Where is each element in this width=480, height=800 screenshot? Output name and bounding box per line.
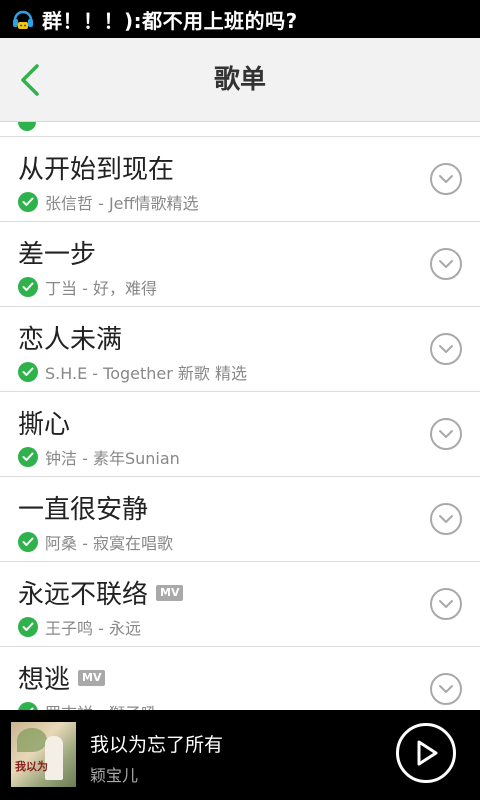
notification-text: 群！！！):都不用上班的吗? xyxy=(42,8,298,33)
chevron-down-icon xyxy=(439,260,453,268)
song-subtitle: 阿桑 - 寂寞在唱歌 xyxy=(45,534,173,553)
play-icon xyxy=(417,740,438,766)
check-icon xyxy=(18,122,36,131)
more-options-button[interactable] xyxy=(430,673,462,705)
song-title-line: 撕心 xyxy=(18,404,70,441)
more-options-button[interactable] xyxy=(430,163,462,195)
check-icon xyxy=(18,277,38,297)
song-title-line: 永远不联络 MV xyxy=(18,574,184,611)
chevron-down-icon xyxy=(439,430,453,438)
mini-player[interactable]: 我以为 我以为忘了所有 颖宝儿 xyxy=(0,710,480,800)
song-subtitle: 丁当 - 好，难得 xyxy=(45,279,157,298)
check-icon xyxy=(18,617,38,637)
song-subtitle: 王子鸣 - 永远 xyxy=(45,619,141,638)
song-subtitle: 罗志祥 - 獅子吼 xyxy=(45,700,157,710)
song-title: 撕心 xyxy=(18,410,71,440)
song-title: 恋人未满 xyxy=(18,325,123,355)
more-options-button[interactable] xyxy=(430,418,462,450)
song-subtitle: 钟洁 - 素年Sunian xyxy=(45,449,180,468)
chevron-down-icon xyxy=(439,175,453,183)
mv-badge[interactable]: MV xyxy=(156,584,184,601)
qq-chat-icon xyxy=(10,6,36,32)
chevron-down-icon xyxy=(439,515,453,523)
song-title-line: 差一步 xyxy=(18,234,96,271)
chevron-down-icon xyxy=(439,600,453,608)
song-row[interactable]: 差一步 丁当 - 好，难得 xyxy=(0,222,480,307)
check-icon xyxy=(18,447,38,467)
app-header: 歌单 xyxy=(0,38,480,122)
page-title: 歌单 xyxy=(213,65,266,95)
check-icon xyxy=(18,702,38,710)
more-options-button[interactable] xyxy=(430,503,462,535)
song-meta: 张信哲 - Jeff情歌精选 xyxy=(18,190,199,214)
song-row[interactable]: 永远不联络 MV 王子鸣 - 永远 xyxy=(0,562,480,647)
now-playing-artist: 颖宝儿 xyxy=(90,766,139,785)
check-icon xyxy=(18,532,38,552)
song-title-line: 恋人未满 xyxy=(18,319,122,356)
album-cover[interactable]: 我以为 xyxy=(11,722,76,787)
song-meta: 王子鸣 - 永远 xyxy=(18,615,141,639)
song-meta: 罗志祥 - 獅子吼 xyxy=(18,700,157,710)
song-rows: 从开始到现在 张信哲 - Jeff情歌精选 差一步 丁当 - 好，难得 恋人未满 xyxy=(0,137,480,710)
song-title: 从开始到现在 xyxy=(18,155,175,185)
play-button[interactable] xyxy=(396,723,456,783)
mv-badge[interactable]: MV xyxy=(78,669,106,686)
more-options-button[interactable] xyxy=(430,333,462,365)
song-meta: 钟洁 - 素年Sunian xyxy=(18,445,180,469)
cover-text: 我以为 xyxy=(15,760,48,773)
check-icon xyxy=(18,192,38,212)
song-meta: 阿桑 - 寂寞在唱歌 xyxy=(18,530,173,554)
song-title-line: 从开始到现在 xyxy=(18,149,174,186)
status-bar: 群！！！):都不用上班的吗? xyxy=(0,0,480,38)
chevron-down-icon xyxy=(439,685,453,693)
more-options-button[interactable] xyxy=(430,248,462,280)
song-title: 差一步 xyxy=(18,240,97,270)
check-icon xyxy=(18,362,38,382)
song-title-line: 一直很安静 xyxy=(18,489,148,526)
song-subtitle: 张信哲 - Jeff情歌精选 xyxy=(45,194,199,213)
now-playing-title[interactable]: 我以为忘了所有 xyxy=(90,730,223,757)
song-row[interactable]: 撕心 钟洁 - 素年Sunian xyxy=(0,392,480,477)
song-row[interactable]: 从开始到现在 张信哲 - Jeff情歌精选 xyxy=(0,137,480,222)
song-title: 永远不联络 xyxy=(18,580,149,610)
song-row[interactable]: 想逃 MV 罗志祥 - 獅子吼 xyxy=(0,647,480,710)
song-subtitle: S.H.E - Together 新歌 精选 xyxy=(45,364,247,383)
song-row[interactable]: 恋人未满 S.H.E - Together 新歌 精选 xyxy=(0,307,480,392)
song-row[interactable]: 一直很安静 阿桑 - 寂寞在唱歌 xyxy=(0,477,480,562)
song-title: 想逃 xyxy=(18,665,71,695)
song-meta: 丁当 - 好，难得 xyxy=(18,275,157,299)
song-title-line: 想逃 MV xyxy=(18,659,106,696)
more-options-button[interactable] xyxy=(430,588,462,620)
list-item-partial[interactable] xyxy=(0,122,480,137)
chevron-down-icon xyxy=(439,345,453,353)
song-title: 一直很安静 xyxy=(18,495,149,525)
song-meta: S.H.E - Together 新歌 精选 xyxy=(18,360,247,384)
song-list[interactable]: 从开始到现在 张信哲 - Jeff情歌精选 差一步 丁当 - 好，难得 恋人未满 xyxy=(0,122,480,710)
